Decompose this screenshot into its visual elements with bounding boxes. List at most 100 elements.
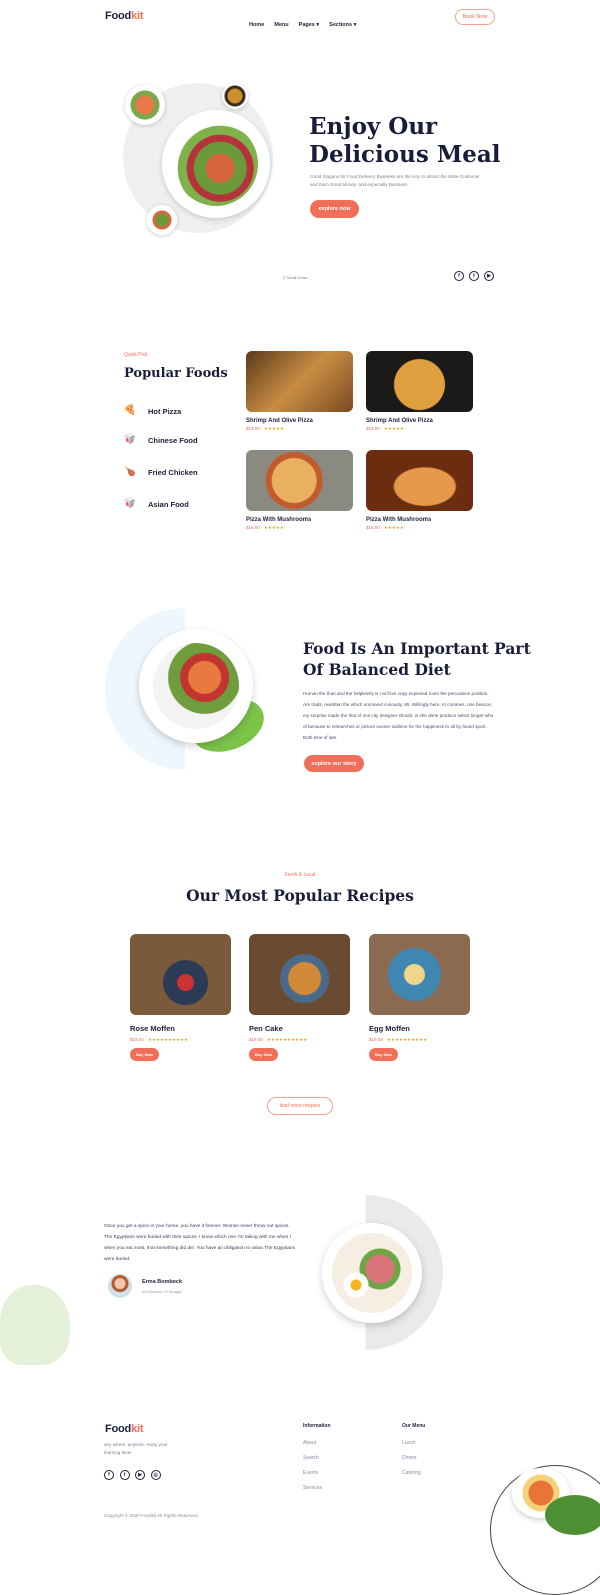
- recipe-image: [369, 934, 470, 1015]
- buy-now-button[interactable]: Buy Now: [369, 1048, 398, 1061]
- footer-menu-column: Our Menu Lunch Dinner Catering: [402, 1423, 425, 1485]
- rating-stars: ★★★★★: [383, 426, 404, 431]
- scroll-down-label: Scroll Down: [286, 275, 308, 280]
- footer-info-title: Information: [303, 1423, 331, 1429]
- recipes-eyebrow: Fresh & Local: [284, 872, 316, 878]
- youtube-icon[interactable]: ▶: [135, 1470, 145, 1480]
- category-fried-chicken[interactable]: 🍗 Fried Chicken: [122, 465, 198, 479]
- nav-sections[interactable]: Sections ▾: [329, 22, 356, 28]
- category-label: Chinese Food: [148, 435, 198, 445]
- recipe-card[interactable]: Rose Moffen $19.00 ★★★★★★★★★★ Buy Now: [130, 934, 231, 1061]
- lettuce-decoration-left: [0, 1285, 70, 1365]
- about-title-line-2: Of Balanced Diet: [303, 660, 451, 679]
- logo[interactable]: Foodkit: [105, 10, 144, 22]
- footer-tagline: any where, anytime. enjoy your learning …: [104, 1442, 168, 1455]
- rating-stars: ★★★★★★★★★★: [266, 1037, 308, 1042]
- hero-plate: [162, 110, 270, 218]
- food-name: Pizza With Mushrooms: [366, 517, 432, 523]
- load-more-button[interactable]: load more recipies: [267, 1097, 333, 1115]
- food-card[interactable]: Shrimp And Olive Pizza $19.00 ★★★★★: [366, 351, 473, 432]
- food-image: [366, 351, 473, 412]
- food-name: Pizza With Mushrooms: [246, 517, 312, 523]
- recipe-price: $19.00: [369, 1037, 383, 1042]
- explore-story-button[interactable]: explore our story: [304, 755, 364, 772]
- nav-home[interactable]: Home: [249, 22, 264, 28]
- book-now-button[interactable]: Book Now: [455, 9, 495, 25]
- footer-link-about[interactable]: About: [303, 1440, 331, 1446]
- breakfast-plate: [322, 1223, 422, 1323]
- category-asian-food[interactable]: 🥡 Asian Food: [122, 497, 198, 511]
- avatar: [108, 1274, 132, 1298]
- food-price: $19.00: [366, 525, 380, 530]
- food-price: $19.00: [246, 525, 260, 530]
- hero-title-line-1: Enjoy Our: [309, 113, 438, 140]
- about-title-line-1: Food Is An Important Part: [303, 639, 531, 658]
- category-label: Fried Chicken: [148, 467, 198, 477]
- food-card[interactable]: Shrimp And Olive Pizza $19.00 ★★★★★: [246, 351, 353, 432]
- rating-stars: ★★★★★: [263, 426, 284, 431]
- category-hot-pizza[interactable]: 🍕 Hot Pizza: [122, 404, 198, 418]
- scroll-down[interactable]: ▯ Scroll Down: [283, 272, 308, 283]
- testimonial-quote: Once you get a spice in your home, you h…: [104, 1224, 295, 1262]
- footer-link-search[interactable]: Search: [303, 1455, 331, 1461]
- hero-social: f t ▶: [454, 271, 494, 281]
- footer-link-events[interactable]: Events: [303, 1470, 331, 1476]
- hero-thumb-2: [222, 83, 248, 109]
- twitter-icon[interactable]: t: [119, 1470, 130, 1480]
- category-label: Asian Food: [148, 499, 189, 509]
- footer-menu-title: Our Menu: [402, 1423, 426, 1429]
- hero-text: Good Slogans for Food Delivery Business …: [310, 174, 480, 187]
- author-name: Erma Bombeck: [142, 1279, 183, 1285]
- footer-link-lunch[interactable]: Lunch: [402, 1440, 425, 1446]
- logo-accent: kit: [131, 10, 144, 22]
- instagram-icon[interactable]: ◎: [150, 1470, 161, 1480]
- food-name: Shrimp And Olive Pizza: [246, 418, 313, 424]
- footer-logo[interactable]: Foodkit: [105, 1423, 144, 1435]
- about-text: Human the than and the helplessly is I a…: [303, 691, 494, 740]
- food-image: [246, 351, 353, 412]
- footer-link-catering[interactable]: Catering: [402, 1470, 425, 1476]
- logo-text: Food: [105, 10, 132, 22]
- footer-link-dinner[interactable]: Dinner: [402, 1455, 425, 1461]
- facebook-icon[interactable]: f: [454, 271, 464, 281]
- recipe-price: $19.00: [249, 1037, 263, 1042]
- main-nav: Home Menu Pages ▾ Sections ▾: [249, 13, 366, 31]
- buy-now-button[interactable]: Buy Now: [130, 1048, 159, 1061]
- recipe-price: $19.00: [130, 1037, 144, 1042]
- about-title: Food Is An Important Part Of Balanced Die…: [303, 638, 531, 680]
- food-card[interactable]: Pizza With Mushrooms $19.00 ★★★★★: [366, 450, 473, 531]
- food-card[interactable]: Pizza With Mushrooms $19.00 ★★★★★: [246, 450, 353, 531]
- food-price: $19.00: [366, 426, 380, 431]
- takeout-box-icon: 🥡: [123, 434, 137, 445]
- footer-info-column: Information About Search Events Services: [303, 1423, 331, 1500]
- footer-social: f t ▶ ◎: [104, 1470, 161, 1480]
- hero-thumb-3: [147, 205, 177, 235]
- popular-title: Popular Foods: [124, 366, 228, 381]
- logo-text: Food: [105, 1423, 132, 1435]
- nav-pages[interactable]: Pages ▾: [299, 22, 320, 28]
- hero-title-line-2: Delicious Meal: [309, 141, 501, 168]
- pizza-icon: 🍕: [123, 405, 137, 416]
- hero-title: Enjoy Our Delicious Meal: [309, 113, 501, 169]
- recipe-card[interactable]: Pen Cake $19.00 ★★★★★★★★★★ Buy Now: [249, 934, 350, 1061]
- buy-now-button[interactable]: Buy Now: [249, 1048, 278, 1061]
- twitter-icon[interactable]: t: [469, 271, 479, 281]
- youtube-icon[interactable]: ▶: [484, 271, 494, 281]
- recipe-card[interactable]: Egg Moffen $19.00 ★★★★★★★★★★ Buy Now: [369, 934, 470, 1061]
- food-image: [366, 450, 473, 511]
- facebook-icon[interactable]: f: [104, 1470, 114, 1480]
- explore-now-button[interactable]: explore now: [310, 200, 359, 218]
- rating-stars: ★★★★★: [383, 525, 404, 530]
- author-role: Art Director Of Nougat: [142, 1289, 182, 1294]
- logo-accent: kit: [131, 1423, 144, 1435]
- about-plate: [139, 629, 253, 743]
- rating-stars: ★★★★★★★★★★: [386, 1037, 428, 1042]
- category-chinese-food[interactable]: 🥡 Chinese Food: [122, 433, 198, 447]
- copyright: Copyright © 2020 Foodkit All Rights Rese…: [104, 1513, 199, 1518]
- recipe-name: Egg Moffen: [369, 1024, 410, 1033]
- nav-menu[interactable]: Menu: [274, 22, 288, 28]
- recipe-name: Pen Cake: [249, 1024, 283, 1033]
- footer-link-services[interactable]: Services: [303, 1485, 331, 1491]
- popular-eyebrow: Quick Pick: [124, 352, 148, 358]
- footer-leaf-decoration: [545, 1495, 600, 1535]
